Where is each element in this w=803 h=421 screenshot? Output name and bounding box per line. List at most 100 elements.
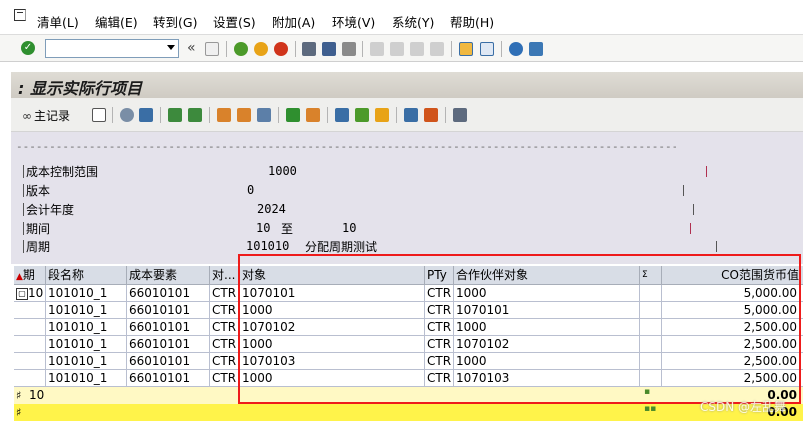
cell-object-type: CTR: [210, 285, 240, 302]
header-dashes: ----------------------------------------…: [16, 142, 676, 152]
print-preview-icon[interactable]: [335, 108, 349, 122]
col-cost-element[interactable]: 成本要素: [127, 266, 210, 285]
cell-cost-element: 66010101: [127, 319, 210, 336]
page-title: : 显示实际行项目: [18, 79, 142, 98]
column-select-icon[interactable]: [237, 108, 251, 122]
new-session-icon[interactable]: [459, 42, 473, 56]
header-label: 期间: [26, 222, 51, 236]
toolbar-separator: [226, 41, 227, 57]
master-record-label: 主记录: [34, 109, 71, 123]
cell-cost-element: 66010101: [127, 336, 210, 353]
details-icon[interactable]: [92, 108, 106, 122]
header-value: 10: [256, 221, 271, 235]
graphic-icon[interactable]: [424, 108, 438, 122]
cell-period: [14, 336, 46, 353]
toolbar-separator: [209, 107, 210, 123]
header-row-version: 版本: [23, 182, 51, 199]
info-icon[interactable]: [453, 108, 467, 122]
menu-system[interactable]: 系统(Y): [392, 12, 434, 31]
standard-toolbar: ✓ «: [0, 34, 803, 62]
header-row-fiscal-year: 会计年度: [23, 201, 75, 218]
col-period[interactable]: ▲期: [14, 266, 46, 285]
cell-cost-element: 66010101: [127, 370, 210, 387]
nav-collapse-icon[interactable]: «: [187, 40, 196, 56]
header-row-period: 期间: [23, 220, 51, 237]
cell-object-type: CTR: [210, 302, 240, 319]
find-next-icon[interactable]: [342, 42, 356, 56]
help-icon[interactable]: [509, 42, 523, 56]
cell-cost-element: 66010101: [127, 302, 210, 319]
header-to-label: 至: [281, 222, 294, 236]
toolbar-separator: [278, 107, 279, 123]
col-object-type[interactable]: 对...: [210, 266, 240, 285]
header-label: 周期: [26, 240, 51, 254]
subtotal-icon[interactable]: [306, 108, 320, 122]
cell-segment: 101010_1: [46, 302, 127, 319]
header-marker: [693, 204, 694, 215]
cancel-icon[interactable]: [274, 42, 288, 56]
cell-period: ▢ 10: [14, 285, 46, 302]
menu-edit[interactable]: 编辑(E): [95, 12, 138, 31]
filter-icon[interactable]: [139, 108, 153, 122]
cell-segment: 101010_1: [46, 353, 127, 370]
menu-extras[interactable]: 附加(A): [272, 12, 315, 31]
send-icon[interactable]: [375, 108, 389, 122]
dropdown-arrow-icon[interactable]: [167, 45, 175, 50]
next-page-icon[interactable]: [410, 42, 424, 56]
header-label: 版本: [26, 184, 51, 198]
cell-segment: 101010_1: [46, 370, 127, 387]
first-page-icon[interactable]: [370, 42, 384, 56]
export-icon[interactable]: [355, 108, 369, 122]
cell-segment: 101010_1: [46, 285, 127, 302]
previous-page-icon[interactable]: [390, 42, 404, 56]
header-marker: [706, 166, 707, 177]
header-row-cycle: 周期: [23, 238, 51, 255]
sum-icon[interactable]: [286, 108, 300, 122]
header-value: 0: [247, 183, 255, 197]
subtotal-icon: ♯: [16, 389, 22, 402]
master-record-button[interactable]: ∞ 主记录: [22, 107, 70, 124]
toolbar-separator: [112, 107, 113, 123]
header-to-value: 10: [342, 221, 357, 235]
sort-descending-icon[interactable]: [188, 108, 202, 122]
total-icon: ♯: [16, 406, 22, 419]
total-row[interactable]: ♯ ▪▪ 0.00: [14, 404, 803, 421]
command-field[interactable]: [45, 39, 179, 58]
layout-select-icon[interactable]: [257, 108, 271, 122]
cell-period: [14, 302, 46, 319]
toolbar-separator: [160, 107, 161, 123]
menu-goto[interactable]: 转到(G): [153, 12, 197, 31]
menu-list[interactable]: 清单(L): [37, 12, 79, 31]
last-page-icon[interactable]: [430, 42, 444, 56]
expand-icon[interactable]: ▢: [16, 287, 28, 300]
menu-environment[interactable]: 环境(V): [332, 12, 375, 31]
toolbar-separator: [362, 41, 363, 57]
cell-segment: 101010_1: [46, 319, 127, 336]
menu-settings[interactable]: 设置(S): [213, 12, 256, 31]
header-label: 会计年度: [26, 203, 75, 217]
cell-period: [14, 319, 46, 336]
customize-layout-icon[interactable]: [529, 42, 543, 56]
enter-check-icon[interactable]: ✓: [21, 41, 35, 55]
cell-period: [14, 353, 46, 370]
back-icon[interactable]: [234, 42, 248, 56]
search-icon[interactable]: [120, 108, 134, 122]
col-segment-name[interactable]: 段名称: [46, 266, 127, 285]
toolbar-separator: [451, 41, 452, 57]
menu-help[interactable]: 帮助(H): [450, 12, 494, 31]
system-menu-icon[interactable]: [14, 9, 26, 21]
header-value: 101010: [246, 239, 290, 253]
exit-icon[interactable]: [254, 42, 268, 56]
header-label: 成本控制范围: [26, 165, 99, 179]
watermark: CSDN @左乱舞: [700, 400, 787, 414]
save-icon[interactable]: [205, 42, 219, 56]
sort-ascending-icon[interactable]: [168, 108, 182, 122]
toolbar-separator: [396, 107, 397, 123]
total-marker: ▪▪: [644, 404, 657, 414]
print-icon[interactable]: [302, 42, 316, 56]
cell-object-type: CTR: [210, 319, 240, 336]
shortcut-icon[interactable]: [480, 42, 494, 56]
spreadsheet-icon[interactable]: [404, 108, 418, 122]
columns-icon[interactable]: [217, 108, 231, 122]
find-icon[interactable]: [322, 42, 336, 56]
